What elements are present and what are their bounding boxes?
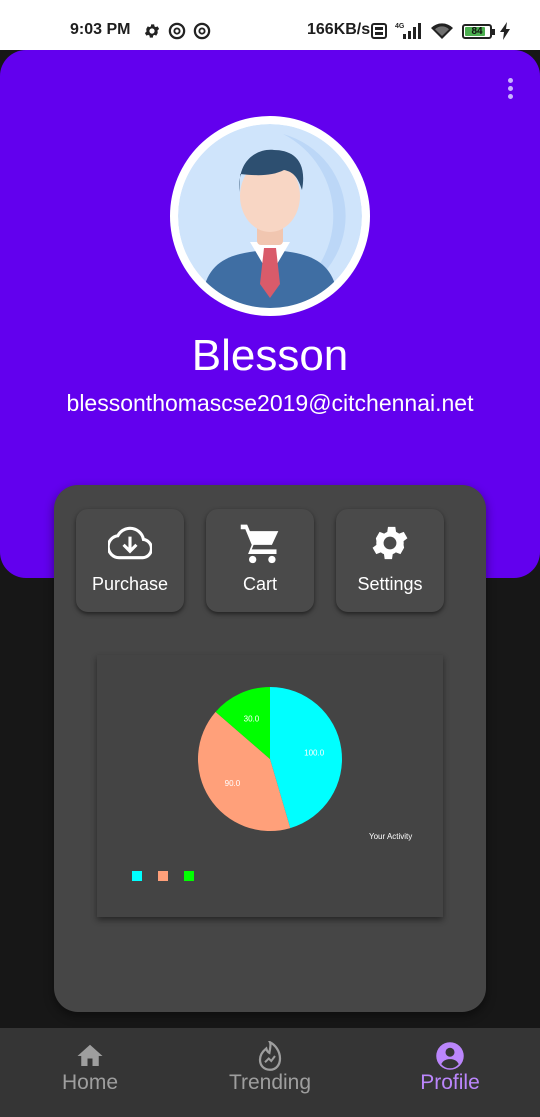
signal-icon: 4G (395, 23, 421, 39)
charging-icon (500, 22, 510, 40)
gear-icon (144, 24, 160, 38)
network-speed: 166KB/s (307, 21, 371, 38)
user-email: blessonthomascse2019@citchennai.net (66, 390, 474, 416)
home-icon (77, 1044, 103, 1066)
chart-description: Your Activity (369, 832, 413, 841)
battery-level: 84 (471, 26, 483, 37)
at-icon (193, 22, 211, 40)
status-time: 9:03 PM (70, 21, 131, 38)
settings-label: Settings (357, 574, 423, 594)
at-icon (168, 22, 186, 40)
wifi-icon (431, 23, 453, 39)
purchase-button[interactable]: Purchase (76, 509, 184, 612)
cloud-download-icon (108, 526, 152, 560)
legend-swatch-1 (132, 871, 142, 881)
bottom-navigation: Home Trending Profile (0, 1028, 540, 1117)
pie-slice-label-2: 90.0 (225, 779, 241, 788)
volte-icon (371, 23, 387, 39)
pie-chart: 100.0 90.0 30.0 (197, 687, 343, 831)
cart-icon (240, 524, 279, 564)
cart-label: Cart (242, 574, 277, 594)
more-vert-icon[interactable] (498, 78, 522, 104)
legend-swatch-3 (184, 871, 194, 881)
nav-home-label: Home (61, 1071, 119, 1094)
status-bar: 9:03 PM 166KB/s 4G 84 (0, 0, 540, 50)
user-name: Blesson (191, 331, 349, 380)
nav-profile[interactable]: Profile (360, 1028, 540, 1117)
svg-text:4G: 4G (395, 23, 405, 30)
cart-button[interactable]: Cart (206, 509, 314, 612)
nav-home[interactable]: Home (0, 1028, 180, 1117)
activity-card: Purchase Cart Settings 100.0 90.0 30.0 You… (54, 485, 486, 1012)
settings-icon (372, 526, 408, 560)
activity-chart: 100.0 90.0 30.0 Your Activity (97, 655, 443, 917)
settings-button[interactable]: Settings (336, 509, 444, 612)
purchase-label: Purchase (91, 574, 169, 594)
nav-trending-label: Trending (228, 1071, 312, 1094)
nav-profile-label: Profile (420, 1071, 480, 1094)
pie-slice-label-3: 30.0 (244, 714, 260, 723)
avatar[interactable] (170, 116, 370, 316)
nav-trending[interactable]: Trending (180, 1028, 360, 1117)
user-avatar-image (178, 124, 362, 308)
pie-slice-label-1: 100.0 (304, 749, 325, 758)
battery-cap (492, 29, 495, 35)
battery-icon: 84 (462, 24, 495, 39)
screen: 9:03 PM 166KB/s 4G 84 Blesson blessontho… (0, 0, 540, 1117)
account-circle-icon (436, 1042, 464, 1070)
trending-icon (258, 1041, 282, 1071)
legend-swatch-2 (158, 871, 168, 881)
